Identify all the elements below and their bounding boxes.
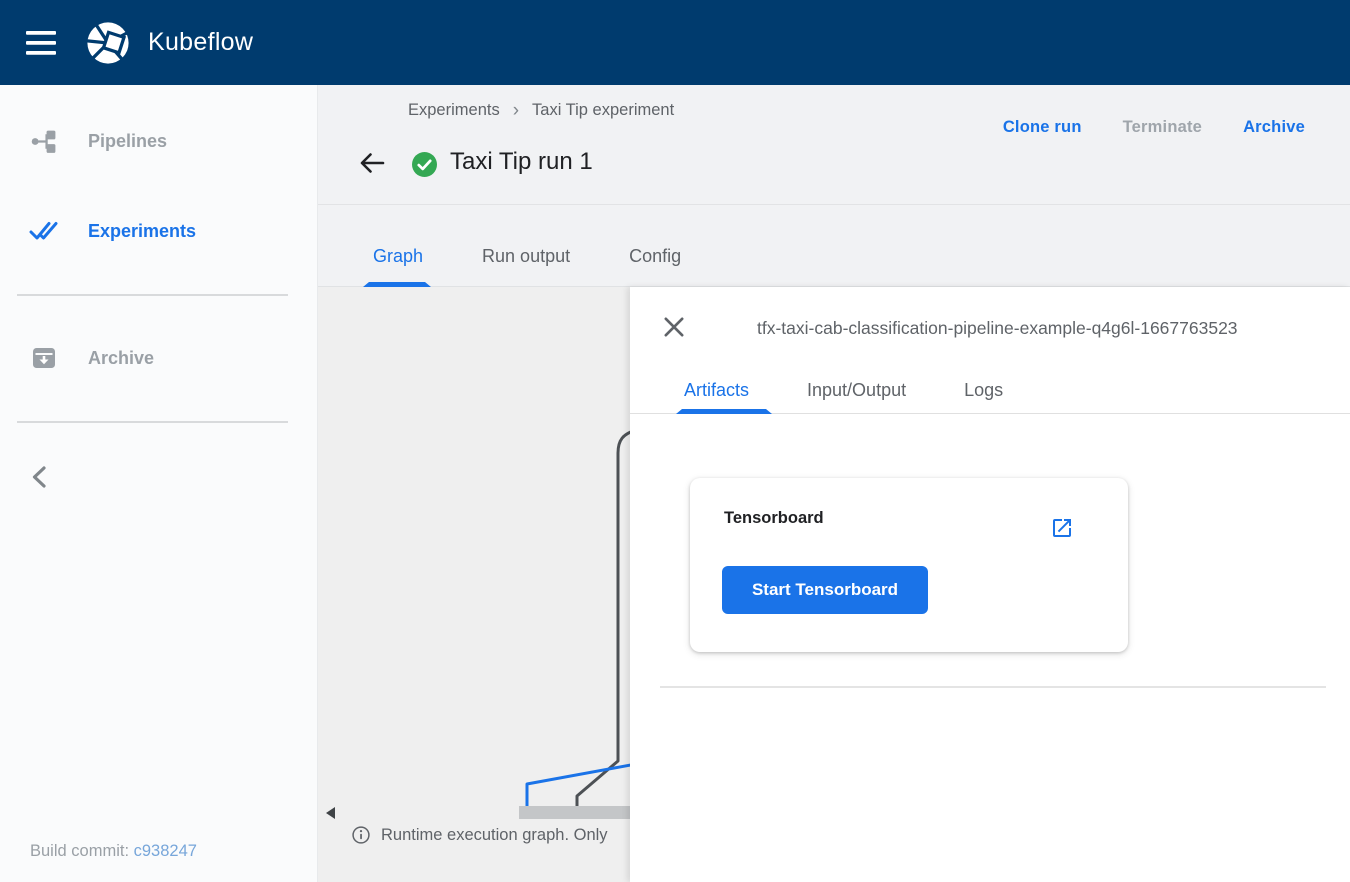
back-button[interactable] xyxy=(358,149,386,177)
archive-icon xyxy=(29,345,59,371)
pipelines-icon xyxy=(29,128,59,155)
main-content: Experiments › Taxi Tip experiment Taxi T… xyxy=(318,85,1350,882)
active-tab-indicator xyxy=(676,409,772,414)
build-commit-link[interactable]: c938247 xyxy=(134,842,197,860)
terminate-button[interactable]: Terminate xyxy=(1123,118,1202,137)
step-detail-panel: tfx-taxi-cab-classification-pipeline-exa… xyxy=(630,287,1350,882)
tab-artifacts[interactable]: Artifacts xyxy=(684,380,749,401)
graph-note: Runtime execution graph. Only xyxy=(351,825,608,845)
app-title: Kubeflow xyxy=(148,28,253,57)
panel-divider xyxy=(660,686,1326,688)
experiments-icon xyxy=(29,219,59,243)
tensorboard-card-title: Tensorboard xyxy=(724,509,824,528)
run-status-success-icon xyxy=(412,152,437,177)
run-title: Taxi Tip run 1 xyxy=(450,148,593,176)
archive-button[interactable]: Archive xyxy=(1243,118,1305,137)
sidebar-divider xyxy=(17,294,288,296)
close-panel-button[interactable] xyxy=(660,313,688,341)
home-link[interactable]: Kubeflow xyxy=(82,17,253,69)
kubeflow-app: Kubeflow Pipelines Experim xyxy=(0,0,1350,882)
info-icon xyxy=(351,825,371,845)
step-detail-tabs: Artifacts Input/Output Logs xyxy=(630,367,1350,414)
sidebar-item-label: Pipelines xyxy=(88,131,167,152)
open-in-new-icon[interactable] xyxy=(1050,516,1074,540)
kubeflow-logo xyxy=(82,17,134,69)
sidebar-item-label: Archive xyxy=(88,348,154,369)
close-icon xyxy=(660,313,688,341)
breadcrumb-experiments[interactable]: Experiments xyxy=(408,101,500,120)
sidebar-item-archive[interactable]: Archive xyxy=(0,336,317,380)
build-commit-label: Build commit: xyxy=(30,842,129,860)
breadcrumb-separator-icon: › xyxy=(513,101,519,120)
tab-logs[interactable]: Logs xyxy=(964,380,1003,401)
sidebar-divider xyxy=(17,421,288,423)
sidebar-item-pipelines[interactable]: Pipelines xyxy=(0,119,317,163)
run-tabs: Graph Run output Config xyxy=(318,205,1350,287)
chevron-left-icon xyxy=(26,463,54,491)
run-content: Runtime execution graph. Only tfx-taxi-c… xyxy=(318,287,1350,882)
sidebar-item-experiments[interactable]: Experiments xyxy=(0,209,317,253)
breadcrumb: Experiments › Taxi Tip experiment xyxy=(408,101,674,120)
clone-run-button[interactable]: Clone run xyxy=(1003,118,1082,137)
top-app-bar: Kubeflow xyxy=(0,0,1350,85)
sidebar-collapse-button[interactable] xyxy=(26,463,56,493)
tab-graph[interactable]: Graph xyxy=(373,246,423,267)
tensorboard-card: Tensorboard Start Tensorboard xyxy=(690,478,1128,652)
step-name: tfx-taxi-cab-classification-pipeline-exa… xyxy=(757,318,1327,339)
start-tensorboard-button[interactable]: Start Tensorboard xyxy=(722,566,928,614)
pipeline-graph-canvas[interactable]: Runtime execution graph. Only xyxy=(318,287,630,882)
hamburger-menu-icon[interactable] xyxy=(18,20,64,66)
scroll-left-icon[interactable] xyxy=(326,807,335,819)
sidebar-nav: Pipelines Experiments Archive xyxy=(0,85,318,882)
horizontal-scrollbar[interactable] xyxy=(519,806,630,819)
page-header: Experiments › Taxi Tip experiment Taxi T… xyxy=(318,85,1350,205)
tab-config[interactable]: Config xyxy=(629,246,681,267)
tab-input-output[interactable]: Input/Output xyxy=(807,380,906,401)
breadcrumb-experiment-name[interactable]: Taxi Tip experiment xyxy=(532,101,674,120)
run-actions: Clone run Terminate Archive xyxy=(1003,118,1305,137)
graph-edges xyxy=(318,287,630,882)
back-arrow-icon xyxy=(358,149,386,177)
hamburger-bars xyxy=(25,30,57,56)
sidebar-item-label: Experiments xyxy=(88,221,196,242)
graph-note-text: Runtime execution graph. Only xyxy=(381,826,608,845)
build-info: Build commit: c938247 xyxy=(30,842,197,861)
tab-run-output[interactable]: Run output xyxy=(482,246,570,267)
